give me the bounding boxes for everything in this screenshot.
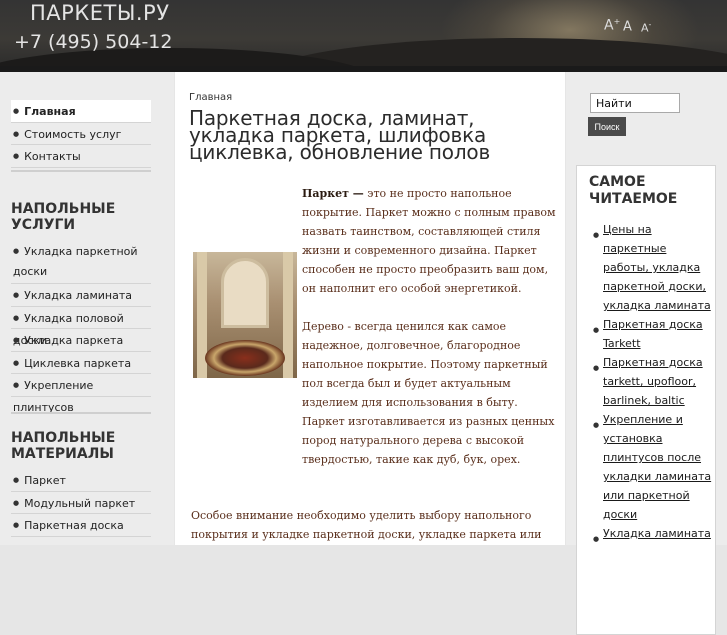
main-content: Главная Паркетная доска, ламинат, укладк… — [175, 72, 565, 545]
bullet-icon: ● — [13, 107, 20, 115]
nav-item-parquet-laying[interactable]: ● Укладка паркета — [11, 329, 151, 352]
nav-item-contacts[interactable]: ● Контакты — [11, 145, 151, 168]
site-header: ПАРКЕТЫ.РУ +7 (495) 504-1272 A+ A A- — [0, 0, 727, 72]
bullet-icon: ● — [593, 364, 600, 372]
nav-item-parquet-board[interactable]: ● Паркетная доска — [11, 514, 151, 537]
nav-item-laminate-laying[interactable]: ● Укладка ламината — [11, 284, 151, 307]
popular-item[interactable]: ● Цены на паркетные работы, укладка парке… — [591, 220, 715, 315]
popular-list: ● Цены на паркетные работы, укладка парке… — [591, 220, 715, 543]
bullet-icon: ● — [13, 291, 20, 299]
popular-articles-box: САМОЕ ЧИТАЕМОЕ ● Цены на паркетные работы… — [576, 165, 716, 635]
popular-title: САМОЕ ЧИТАЕМОЕ — [589, 174, 678, 207]
popular-item[interactable]: ● Укладка ламината — [591, 524, 715, 543]
floor-materials-menu: ● Паркет ● Модульный паркет ● Паркетная дос… — [11, 469, 151, 537]
floor-services-title: НАПОЛЬНЫЕ УСЛУГИ — [11, 201, 116, 233]
nav-item-parquet[interactable]: ● Паркет — [11, 469, 151, 492]
right-sidebar: Поиск САМОЕ ЧИТАЕМОЕ ●Цены на паркетные … — [566, 72, 727, 635]
bullet-icon: ● — [13, 152, 20, 160]
site-phone: +7 (495) 504-1272 — [14, 31, 172, 53]
font-size-increase-button[interactable]: A+ — [604, 17, 620, 34]
nav-item-home[interactable]: ● Главная — [11, 100, 151, 123]
bullet-icon: ● — [13, 336, 20, 344]
bullet-icon: ● — [13, 521, 20, 529]
popular-item[interactable]: ● Паркетная доска tarkett, upofloor, barl… — [591, 353, 715, 410]
breadcrumb: Главная — [189, 92, 233, 103]
bullet-icon: ● — [593, 421, 600, 429]
bullet-icon: ● — [13, 247, 20, 255]
nav-item-baseboard[interactable]: ● Укрепление плинтусов — [11, 374, 151, 414]
page-title: Паркетная доска, ламинат, укладка паркет… — [189, 106, 491, 164]
popular-item[interactable]: ● Паркетная доска Tarkett — [591, 315, 715, 353]
bullet-icon: ● — [13, 476, 20, 484]
floor-materials-title: НАПОЛЬНЫЕ МАТЕРИАЛЫ — [11, 430, 116, 462]
font-size-reset-button[interactable]: A — [623, 18, 632, 34]
site-title[interactable]: ПАРКЕТЫ.РУ — [30, 1, 170, 25]
paragraph-wood: Дерево - всегда ценился как самое надежн… — [302, 320, 555, 466]
bullet-icon: ● — [593, 326, 600, 334]
search-input[interactable] — [590, 93, 680, 113]
interior-photo — [193, 252, 297, 378]
nav-item-parquet-sanding[interactable]: ● Циклевка паркета — [11, 352, 151, 374]
paragraph-intro-bold: Паркет — — [302, 187, 364, 200]
search-button[interactable]: Поиск — [588, 117, 626, 136]
bullet-icon: ● — [13, 129, 20, 138]
bullet-icon: ● — [593, 231, 600, 239]
sidebar-divider — [11, 412, 151, 414]
bullet-icon: ● — [13, 381, 20, 389]
paragraph-attention: Особое внимание необходимо уделить выбор… — [191, 509, 542, 541]
floor-services-menu: ● Укладка паркетной доски ● Укладка ламина… — [11, 240, 151, 414]
sidebar-divider — [11, 170, 151, 172]
bullet-icon: ● — [13, 313, 20, 322]
main-menu: ● Главная ● Стоимость услуг ● Контакты — [11, 100, 151, 168]
font-size-decrease-button[interactable]: A- — [641, 20, 651, 35]
left-sidebar: ● Главная ● Стоимость услуг ● Контакты НАПО… — [0, 72, 174, 545]
nav-item-parquet-board-laying[interactable]: ● Укладка паркетной доски — [11, 240, 151, 284]
nav-item-prices[interactable]: ● Стоимость услуг — [11, 123, 151, 145]
paragraph-intro: Паркет — это не просто напольное покрыти… — [302, 187, 556, 295]
bullet-icon: ● — [13, 358, 20, 367]
bullet-icon: ● — [13, 498, 20, 507]
bullet-icon: ● — [593, 535, 600, 543]
popular-item[interactable]: ● Укрепление и установка плинтусов после … — [591, 410, 715, 524]
nav-item-floorboard-laying[interactable]: ● Укладка половой доски — [11, 307, 151, 347]
nav-item-modular-parquet[interactable]: ● Модульный паркет — [11, 492, 151, 514]
